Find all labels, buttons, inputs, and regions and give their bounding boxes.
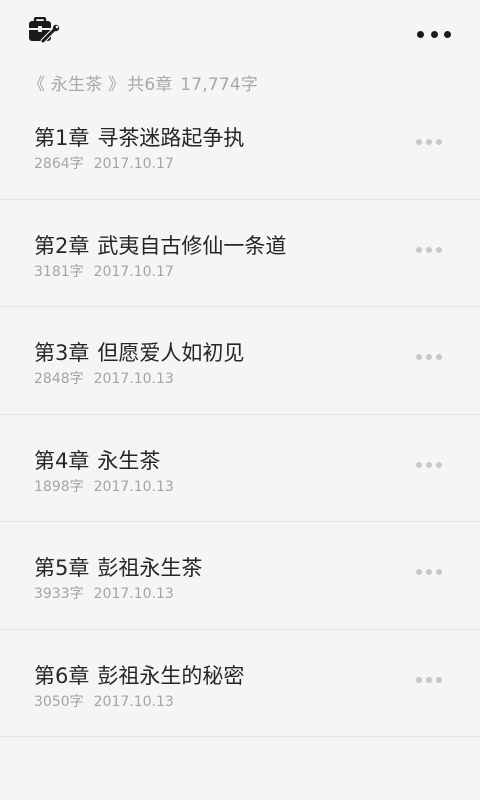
- chapter-meta: 3181字 2017.10.17: [34, 261, 174, 281]
- chapter-list: 第1章 寻茶迷路起争执 2864字 2017.10.17 第2章 武夷自古修仙一条道 …: [0, 92, 480, 737]
- top-bar: [0, 0, 480, 68]
- chapter-meta: 3933字 2017.10.13: [34, 583, 174, 603]
- chapter-title: 第2章 武夷自古修仙一条道: [34, 230, 286, 260]
- chapter-title: 第6章 彭祖永生的秘密: [34, 660, 244, 690]
- chapter-date: 2017.10.13: [93, 478, 174, 495]
- chapter-date: 2017.10.13: [93, 586, 174, 602]
- chapter-meta: 1898字 2017.10.13: [34, 476, 174, 496]
- toolbox-button[interactable]: [24, 16, 64, 52]
- chapter-word-count: 3933字: [34, 586, 84, 602]
- chapter-name: 寻茶迷路起争执: [97, 126, 245, 150]
- chapter-date: 2017.10.13: [93, 371, 174, 387]
- chapter-row[interactable]: 第4章 永生茶 1898字 2017.10.13: [0, 415, 480, 522]
- chapter-row[interactable]: 第5章 彭祖永生茶 3933字 2017.10.13: [0, 522, 480, 630]
- chapter-name: 武夷自古修仙一条道: [97, 233, 287, 258]
- chapter-name: 永生茶: [97, 448, 161, 473]
- chapter-name: 彭祖永生的秘密: [97, 663, 245, 688]
- chapter-row[interactable]: 第2章 武夷自古修仙一条道 3181字 2017.10.17: [0, 200, 480, 307]
- chapter-more-icon[interactable]: [416, 136, 442, 148]
- chapter-more-icon[interactable]: [416, 566, 442, 578]
- chapter-more-icon[interactable]: [416, 244, 442, 256]
- chapter-title: 第5章 彭祖永生茶: [34, 552, 202, 582]
- chapter-name: 彭祖永生茶: [97, 556, 203, 580]
- more-horizontal-icon: [417, 30, 451, 38]
- chapter-title: 第1章 寻茶迷路起争执: [34, 122, 244, 152]
- chapter-meta: 3050字 2017.10.13: [34, 691, 174, 711]
- chapter-date: 2017.10.17: [93, 263, 174, 280]
- chapter-title: 第4章 永生茶: [34, 445, 160, 475]
- chapter-word-count: 3181字: [34, 263, 84, 280]
- toolbox-icon: [26, 16, 62, 51]
- chapter-row[interactable]: 第1章 寻茶迷路起争执 2864字 2017.10.17: [0, 92, 480, 200]
- chapter-number: 第1章: [34, 126, 90, 150]
- chapter-date: 2017.10.17: [93, 156, 174, 172]
- chapter-date: 2017.10.13: [93, 693, 174, 710]
- chapter-name: 但愿爱人如初见: [97, 341, 245, 365]
- more-options-button[interactable]: [414, 22, 454, 46]
- chapter-number: 第5章: [34, 556, 90, 580]
- chapter-row[interactable]: 第3章 但愿爱人如初见 2848字 2017.10.13: [0, 307, 480, 415]
- chapter-number: 第4章: [34, 448, 90, 473]
- chapter-number: 第6章: [34, 663, 90, 688]
- chapter-word-count: 2848字: [34, 371, 84, 387]
- chapter-title: 第3章 但愿爱人如初见: [34, 337, 244, 367]
- chapter-word-count: 3050字: [34, 693, 84, 710]
- chapter-number: 第3章: [34, 341, 90, 365]
- chapter-word-count: 2864字: [34, 156, 84, 172]
- chapter-row[interactable]: 第6章 彭祖永生的秘密 3050字 2017.10.13: [0, 630, 480, 737]
- chapter-word-count: 1898字: [34, 478, 84, 495]
- chapter-number: 第2章: [34, 233, 90, 258]
- chapter-meta: 2848字 2017.10.13: [34, 368, 174, 388]
- chapter-more-icon[interactable]: [416, 351, 442, 363]
- chapter-meta: 2864字 2017.10.17: [34, 153, 174, 173]
- chapter-more-icon[interactable]: [416, 674, 442, 686]
- chapter-more-icon[interactable]: [416, 459, 442, 471]
